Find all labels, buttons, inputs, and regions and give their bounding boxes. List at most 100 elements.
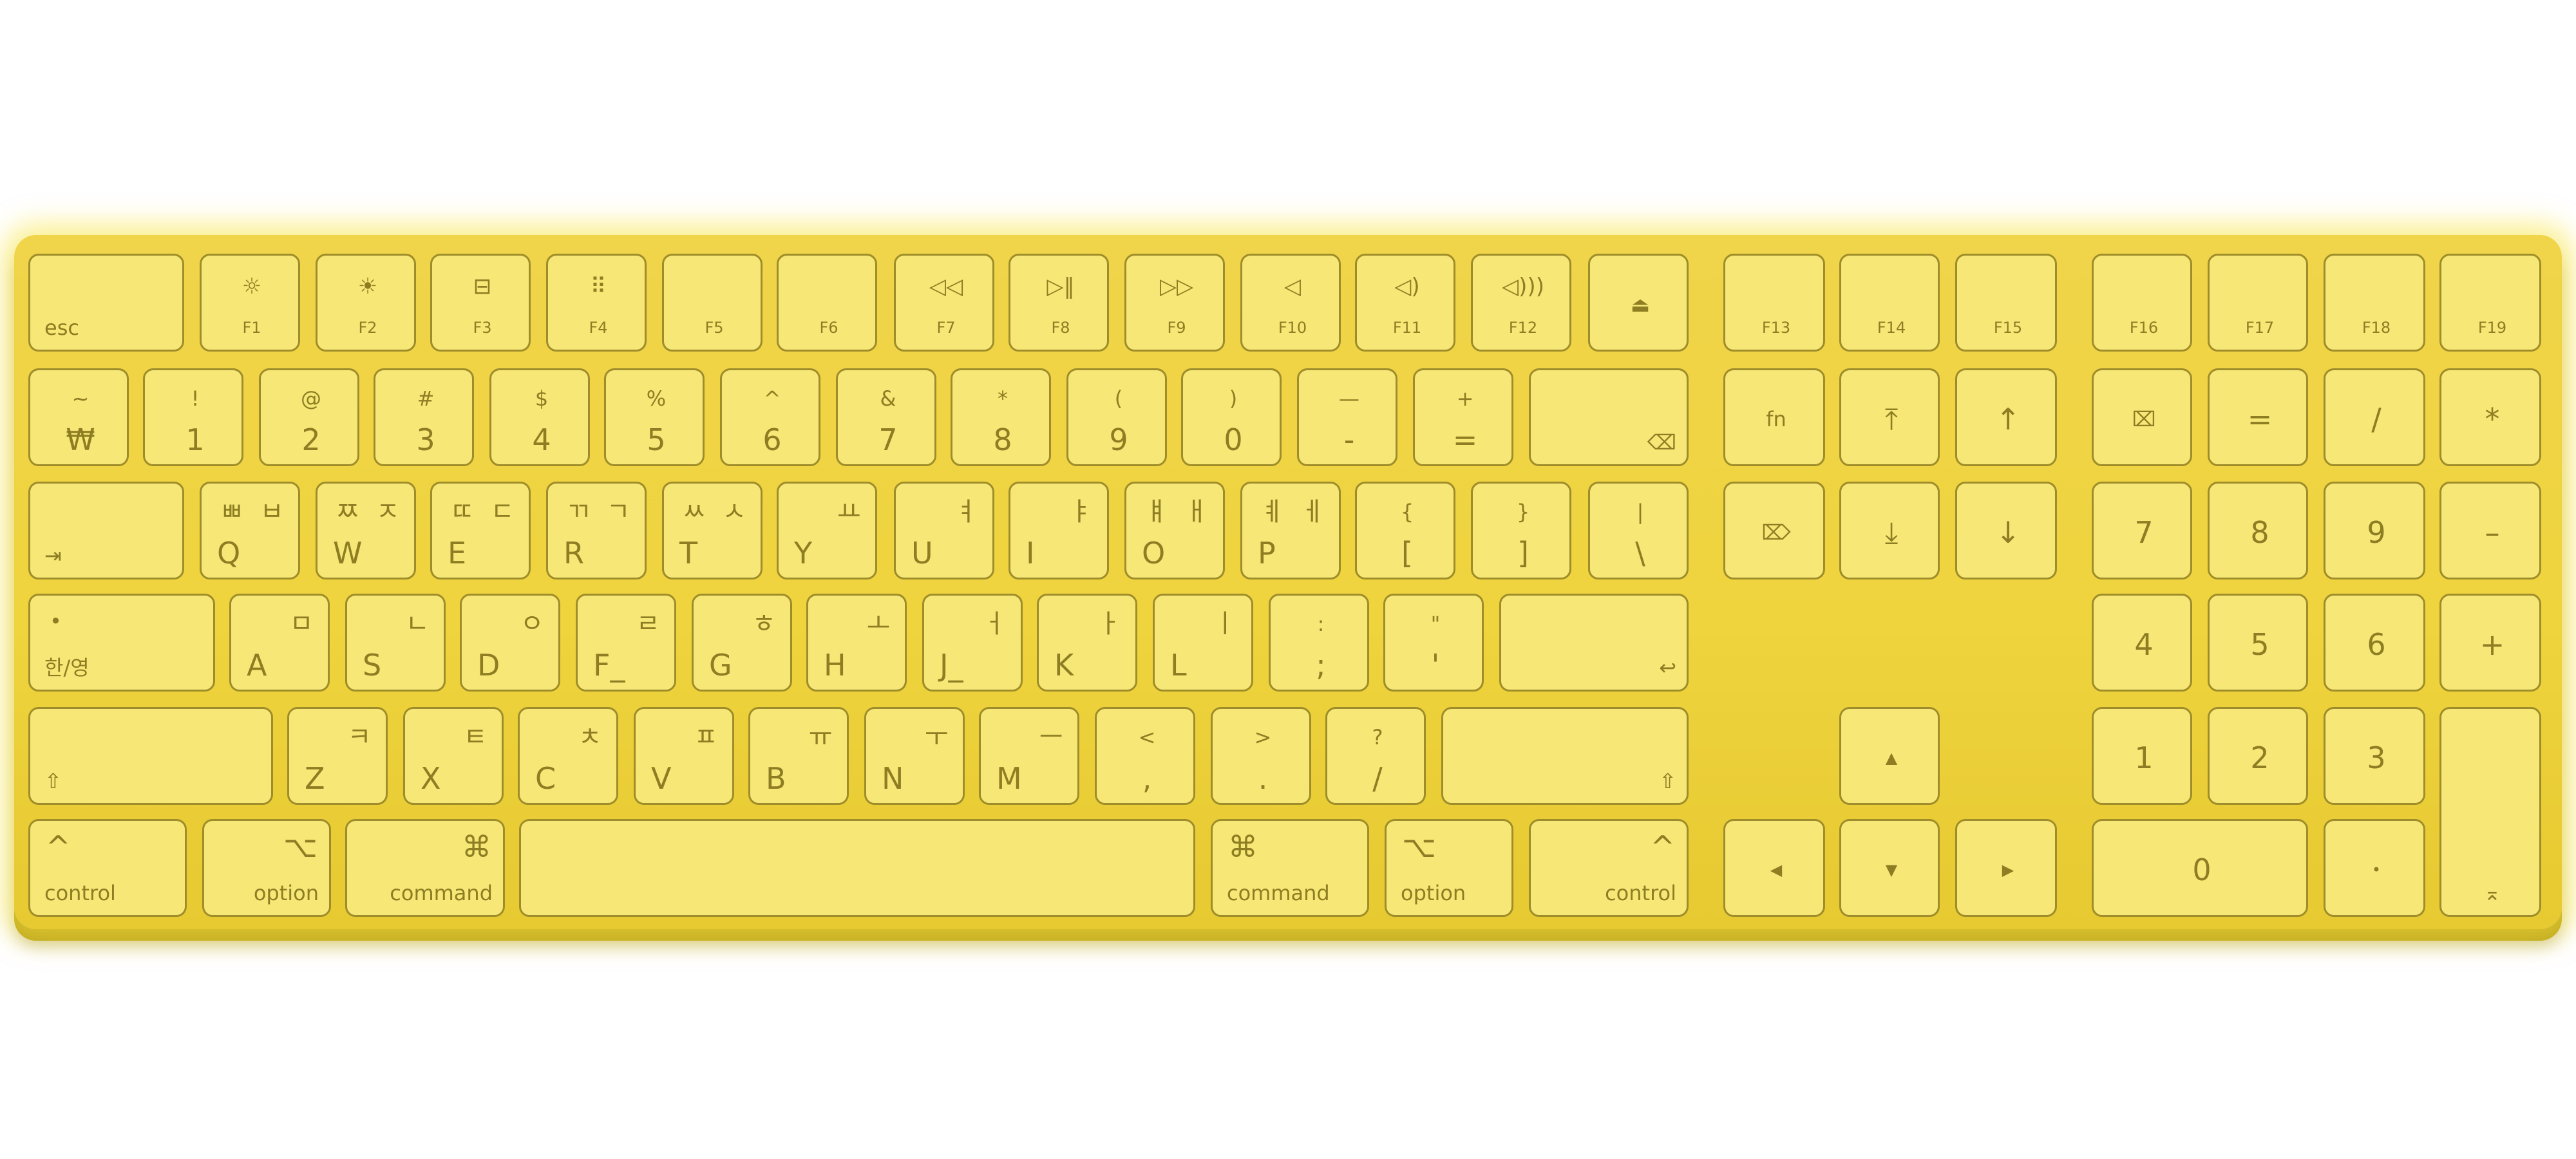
key-t[interactable]: ㅆㅅT — [662, 482, 762, 580]
key-o[interactable]: ㅒㅐO — [1124, 482, 1225, 580]
key-quote[interactable]: " ' — [1383, 594, 1484, 692]
key-minus[interactable]: — - — [1297, 368, 1397, 466]
key-bracket-left[interactable]: {[ — [1355, 482, 1455, 580]
key-y[interactable]: ㅛY — [777, 482, 877, 580]
key-x[interactable]: ㅌX — [403, 707, 504, 805]
key-f13[interactable]: F13 — [1723, 254, 1825, 352]
key-fn[interactable]: fn — [1723, 368, 1825, 466]
key-pad-enter[interactable]: ⌅ — [2439, 707, 2541, 917]
key-pad-7[interactable]: 7 — [2092, 482, 2192, 580]
key-j[interactable]: ㅓ J_ — [922, 594, 1023, 692]
key-f14[interactable]: F14 — [1839, 254, 1940, 352]
key-space[interactable] — [519, 819, 1195, 917]
key-esc[interactable]: esc — [28, 254, 184, 352]
key-arrow-down[interactable]: ▼ — [1839, 819, 1940, 917]
key-e[interactable]: ㄸㄷE — [430, 482, 531, 580]
key-pad-5[interactable]: 5 — [2208, 594, 2308, 692]
key-i[interactable]: ㅑI — [1009, 482, 1109, 580]
key-backslash[interactable]: | \ — [1588, 482, 1689, 580]
key-pad-2[interactable]: 2 — [2208, 707, 2308, 805]
key-comma[interactable]: <, — [1095, 707, 1195, 805]
key-g[interactable]: ㅎG — [692, 594, 792, 692]
key-b[interactable]: ㅠB — [748, 707, 849, 805]
key-pad-4[interactable]: 4 — [2092, 594, 2192, 692]
key-w[interactable]: ㅉㅈW — [316, 482, 416, 580]
key-tab[interactable]: ⇥ — [28, 482, 184, 580]
key-q[interactable]: ㅃㅂQ — [200, 482, 300, 580]
key-d[interactable]: ㅇD — [460, 594, 560, 692]
key-arrow-left[interactable]: ◀ — [1723, 819, 1825, 917]
key-pad-9[interactable]: 9 — [2324, 482, 2425, 580]
key-z[interactable]: ㅋZ — [287, 707, 388, 805]
key-control-right[interactable]: ^ control — [1529, 819, 1689, 917]
key-f8[interactable]: ▷‖ F8 — [1009, 254, 1109, 352]
key-f3[interactable]: ⊟ F3 — [430, 254, 531, 352]
key-command-right[interactable]: ⌘ command — [1211, 819, 1369, 917]
key-u[interactable]: ㅕU — [894, 482, 994, 580]
key-pad-minus[interactable]: – — [2439, 482, 2541, 580]
key-f2[interactable]: ☀ F2 — [316, 254, 416, 352]
key-control-left[interactable]: ^ control — [28, 819, 187, 917]
key-pad-multiply[interactable]: * — [2439, 368, 2541, 466]
key-pad-0[interactable]: 0 — [2092, 819, 2308, 917]
key-page-up[interactable]: ↑ — [1955, 368, 2057, 466]
key-return[interactable]: ↩ — [1499, 594, 1689, 692]
key-f10[interactable]: ◁ F10 — [1240, 254, 1341, 352]
key-num-0[interactable]: ) 0 — [1181, 368, 1282, 466]
key-equals[interactable]: + = — [1413, 368, 1513, 466]
key-f12[interactable]: ◁))) F12 — [1471, 254, 1571, 352]
key-period[interactable]: >. — [1211, 707, 1311, 805]
key-f17[interactable]: F17 — [2208, 254, 2308, 352]
key-num-4[interactable]: $4 — [489, 368, 590, 466]
key-num-1[interactable]: ! 1 — [143, 368, 243, 466]
key-pad-divide[interactable]: / — [2324, 368, 2425, 466]
key-f6[interactable]: F6 — [777, 254, 877, 352]
key-arrow-right[interactable]: ▶ — [1955, 819, 2057, 917]
key-c[interactable]: ㅊC — [518, 707, 618, 805]
key-f4[interactable]: ⠿ F4 — [546, 254, 647, 352]
key-delete[interactable]: ⌫ — [1529, 368, 1689, 466]
key-f15[interactable]: F15 — [1955, 254, 2057, 352]
key-eject[interactable]: ⏏ — [1588, 254, 1689, 352]
key-shift-left[interactable]: ⇧ — [28, 707, 273, 805]
key-num-2[interactable]: @2 — [259, 368, 359, 466]
key-num-6[interactable]: ^ 6 — [720, 368, 820, 466]
key-num-5[interactable]: % 5 — [604, 368, 705, 466]
key-f19[interactable]: F19 — [2439, 254, 2541, 352]
key-p[interactable]: ㅖㅔP — [1240, 482, 1341, 580]
key-shift-right[interactable]: ⇧ — [1441, 707, 1689, 805]
key-option-right[interactable]: ⌥ option — [1385, 819, 1513, 917]
key-num-8[interactable]: * 8 — [951, 368, 1051, 466]
key-a[interactable]: ㅁA — [229, 594, 330, 692]
key-pad-3[interactable]: 3 — [2324, 707, 2425, 805]
key-bracket-right[interactable]: }] — [1471, 482, 1571, 580]
key-f11[interactable]: ◁) F11 — [1355, 254, 1455, 352]
key-slash[interactable]: ? / — [1325, 707, 1426, 805]
key-end[interactable]: ⤓ — [1839, 482, 1940, 580]
key-f18[interactable]: F18 — [2324, 254, 2425, 352]
key-han-yeong[interactable]: • 한/영 — [28, 594, 215, 692]
key-backtick[interactable]: ~ ₩ — [28, 368, 129, 466]
key-clear[interactable]: ⌧ — [2092, 368, 2192, 466]
key-arrow-up[interactable]: ▲ — [1839, 707, 1940, 805]
key-page-down[interactable]: ↓ — [1955, 482, 2057, 580]
key-v[interactable]: ㅍV — [634, 707, 734, 805]
key-f9[interactable]: ▷▷ F9 — [1124, 254, 1225, 352]
key-command-left[interactable]: ⌘ command — [345, 819, 505, 917]
key-pad-decimal[interactable]: • — [2324, 819, 2425, 917]
key-f5[interactable]: F5 — [662, 254, 762, 352]
key-f1[interactable]: ☼ F1 — [200, 254, 300, 352]
key-n[interactable]: ㅜN — [864, 707, 965, 805]
key-num-3[interactable]: #3 — [374, 368, 474, 466]
key-pad-6[interactable]: 6 — [2324, 594, 2425, 692]
key-num-9[interactable]: (9 — [1066, 368, 1167, 466]
key-l[interactable]: ㅣL — [1153, 594, 1253, 692]
key-forward-delete[interactable]: ⌦ — [1723, 482, 1825, 580]
key-home[interactable]: ⤒ — [1839, 368, 1940, 466]
key-f[interactable]: ㄹ F_ — [576, 594, 676, 692]
key-num-7[interactable]: & 7 — [836, 368, 936, 466]
key-option-left[interactable]: ⌥ option — [202, 819, 331, 917]
key-r[interactable]: ㄲㄱR — [546, 482, 647, 580]
key-h[interactable]: ㅗH — [806, 594, 907, 692]
key-k[interactable]: ㅏK — [1037, 594, 1137, 692]
